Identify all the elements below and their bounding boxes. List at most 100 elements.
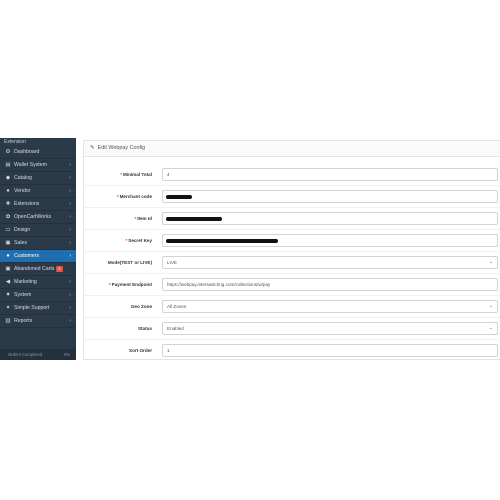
sidebar-item-customers[interactable]: ● Customers ›: [0, 250, 76, 263]
sidebar-top-label[interactable]: Extension: [0, 138, 76, 146]
field-value: 1: [167, 348, 170, 353]
field-label: *Secret Key: [84, 230, 152, 252]
panel-heading: ✎ Edit Webpay Config: [84, 141, 500, 157]
required-marker: *: [134, 216, 137, 221]
sidebar-item-opencartworks[interactable]: ✿ OpenCartWorks ›: [0, 211, 76, 224]
chevron-right-icon: ›: [69, 227, 71, 233]
sidebar-item-label: Sales: [14, 240, 27, 246]
required-marker: *: [125, 238, 128, 243]
field-label-text: Secret Key: [128, 238, 152, 243]
sidebar-item-label: Wallet System: [14, 162, 47, 168]
sort-order-input[interactable]: 1: [162, 344, 498, 357]
chevron-down-icon: ⌄: [488, 303, 493, 309]
wallet-icon: ▤: [5, 162, 11, 168]
sidebar-item-system[interactable]: ✷ System ›: [0, 289, 76, 302]
sidebar-item-catalog[interactable]: ◆ Catalog ›: [0, 172, 76, 185]
sidebar-item-label: Customers: [14, 253, 40, 259]
sidebar-item-wallet-system[interactable]: ▤ Wallet System ›: [0, 159, 76, 172]
cart-icon: ▣: [5, 266, 11, 272]
user-icon: ●: [6, 253, 10, 259]
field-label: Sort Order: [84, 340, 152, 360]
chevron-right-icon: ›: [69, 188, 71, 194]
bar-chart-icon: ▥: [5, 318, 11, 324]
geo-zone-select[interactable]: All Zones ⌄: [162, 300, 498, 313]
minimal-total-input[interactable]: 4: [162, 168, 498, 181]
field-label: *Minimal Total: [84, 164, 152, 186]
chevron-right-icon: ›: [69, 279, 71, 285]
field-label-text: Payment Endpoint: [111, 282, 152, 287]
sidebar-item-text: Abandoned Carts: [14, 266, 55, 272]
field-label: Mode(TEST or LIVE): [84, 252, 152, 274]
orders-completed-value: 0%: [63, 352, 70, 357]
sidebar-item-label: System: [14, 292, 32, 298]
field-label-text: Merchant code: [119, 194, 152, 199]
form-row-sort-order: Sort Order 1: [84, 340, 500, 360]
secret-key-input[interactable]: [162, 234, 498, 247]
dashboard-icon: ⚙: [5, 149, 11, 155]
sidebar-item-marketing[interactable]: ◀ Marketing ›: [0, 276, 76, 289]
sidebar-item-label: Abandoned Carts 5: [14, 263, 63, 276]
sidebar-item-extensions[interactable]: ✚ Extensions ›: [0, 198, 76, 211]
chevron-right-icon: ›: [69, 318, 71, 324]
status-select[interactable]: Enabled ⌄: [162, 322, 498, 335]
sidebar-item-sales[interactable]: ▣ Sales ›: [0, 237, 76, 250]
redaction-scribble: [166, 217, 222, 221]
count-badge: 5: [56, 265, 63, 272]
form-row-item-id: *Item Id: [84, 208, 500, 230]
sidebar: Extension ⚙ Dashboard ▤ Wallet System › …: [0, 138, 76, 360]
sidebar-item-label: Design: [14, 227, 31, 233]
sidebar-item-abandoned-carts[interactable]: ▣ Abandoned Carts 5: [0, 263, 76, 276]
gear-icon: ✷: [5, 292, 11, 298]
tag-icon: ◆: [5, 175, 11, 181]
redaction-scribble: [166, 195, 192, 199]
chevron-right-icon: ›: [69, 305, 71, 311]
mode-select[interactable]: LIVE ⌄: [162, 256, 498, 269]
field-label-text: Geo Zone: [130, 304, 152, 309]
chevron-right-icon: ›: [69, 162, 71, 168]
screenshot-area: Extension ⚙ Dashboard ▤ Wallet System › …: [0, 138, 500, 360]
field-label-text: Status: [137, 326, 152, 331]
merchant-code-input[interactable]: [162, 190, 498, 203]
sidebar-item-vendor[interactable]: ● Vendor ›: [0, 185, 76, 198]
required-marker: *: [108, 282, 111, 287]
chevron-down-icon: ⌄: [488, 325, 493, 331]
field-label-text: Minimal Total: [122, 172, 152, 177]
form-row-secret-key: *Secret Key: [84, 230, 500, 252]
sidebar-item-label: Extensions: [14, 201, 40, 207]
config-panel: ✎ Edit Webpay Config *Minimal Total 4 *Me…: [83, 140, 500, 360]
sidebar-item-label: Simple Support: [14, 305, 50, 311]
redaction-scribble: [166, 239, 278, 243]
cogs-icon: ✿: [5, 214, 11, 220]
field-label: *Merchant code: [84, 186, 152, 208]
chevron-right-icon: ›: [69, 240, 71, 246]
field-label: *Payment Endpoint: [84, 274, 152, 296]
sidebar-item-label: Vendor: [14, 188, 31, 194]
form-row-minimal-total: *Minimal Total 4: [84, 164, 500, 186]
pencil-icon: ✎: [90, 145, 95, 151]
chevron-right-icon: ›: [69, 201, 71, 207]
field-label: Status: [84, 318, 152, 340]
item-id-input[interactable]: [162, 212, 498, 225]
field-label-text: Sort Order: [129, 348, 152, 353]
chevron-right-icon: ›: [69, 214, 71, 220]
chevron-right-icon: ›: [69, 292, 71, 298]
selected-value: All Zones: [167, 304, 187, 309]
support-icon: ✦: [5, 305, 11, 311]
payment-endpoint-input[interactable]: https://webpay.interswitchng.com/collect…: [162, 278, 498, 291]
sidebar-item-label: Marketing: [14, 279, 37, 285]
sidebar-item-dashboard[interactable]: ⚙ Dashboard: [0, 146, 76, 159]
panel-title: Edit Webpay Config: [97, 145, 146, 151]
required-marker: *: [120, 172, 122, 177]
field-label: *Item Id: [84, 208, 152, 230]
selected-value: LIVE: [167, 260, 177, 265]
form-row-mode: Mode(TEST or LIVE) LIVE ⌄: [84, 252, 500, 274]
sidebar-item-simple-support[interactable]: ✦ Simple Support ›: [0, 302, 76, 315]
sidebar-item-label: Reports: [14, 318, 33, 324]
sidebar-item-label: Catalog: [14, 175, 32, 181]
monitor-icon: ▭: [5, 227, 11, 233]
chevron-right-icon: ›: [69, 253, 71, 259]
sidebar-item-reports[interactable]: ▥ Reports ›: [0, 315, 76, 328]
chevron-right-icon: ›: [69, 175, 71, 181]
field-value: https://webpay.interswitchng.com/collect…: [167, 282, 271, 287]
sidebar-item-design[interactable]: ▭ Design ›: [0, 224, 76, 237]
